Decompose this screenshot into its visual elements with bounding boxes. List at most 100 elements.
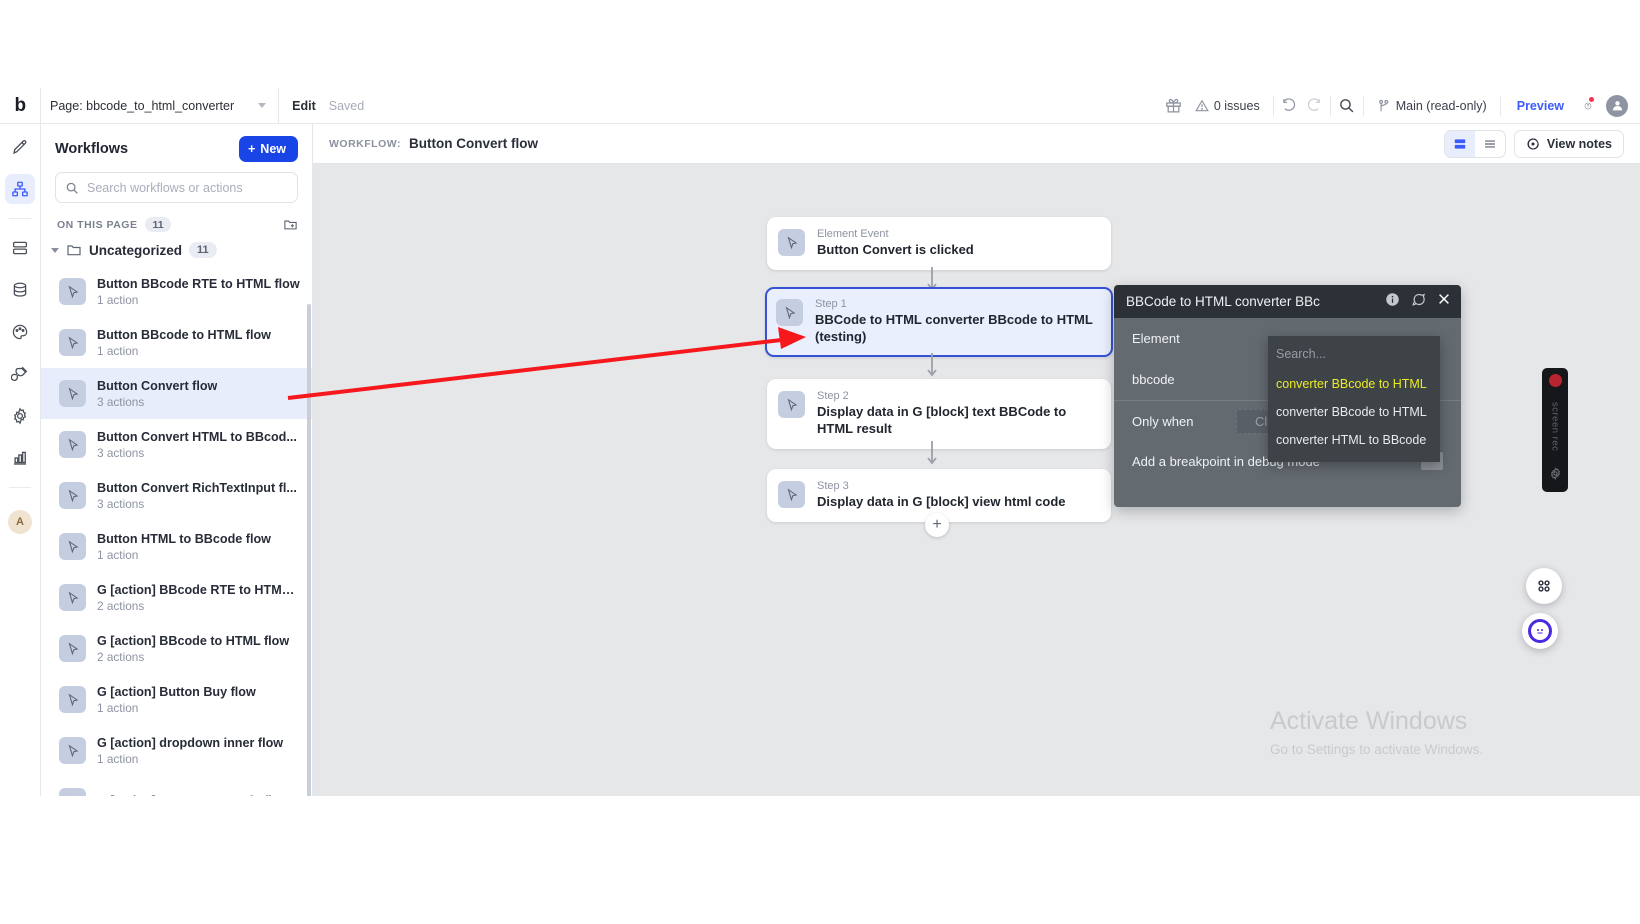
workflow-item-actions: 2 actions — [97, 598, 145, 613]
cursor-icon — [59, 380, 86, 407]
brand-letter: b — [14, 94, 26, 116]
workflow-list-item[interactable]: G [action] BBcode RTE to HTML ... 2 actio… — [41, 572, 312, 623]
workflow-item-actions: 1 action — [97, 343, 139, 358]
left-icon-rail: A — [0, 124, 41, 796]
bbcode-label: bbcode — [1132, 372, 1175, 387]
node-kicker: Step 2 — [817, 390, 849, 402]
workflow-list: Button BBcode RTE to HTML flow 1 action Bu… — [41, 266, 312, 796]
search-icon — [66, 182, 78, 194]
sidebar-title: Workflows — [55, 141, 129, 157]
rail-divider — [9, 218, 31, 219]
info-icon[interactable] — [1385, 292, 1400, 312]
workflow-list-item[interactable]: Button Convert flow 3 actions — [41, 368, 312, 419]
workflow-item-name: Button HTML to BBcode flow — [97, 531, 271, 546]
section-count-badge: 11 — [145, 217, 171, 232]
redo-icon[interactable] — [1302, 88, 1326, 124]
dropdown-option[interactable]: converter BBcode to HTML — [1268, 370, 1440, 398]
dropdown-option[interactable]: converter HTML to BBcode — [1268, 426, 1440, 454]
workflow-list-item[interactable]: G [action] Button Buy flow 1 action — [41, 674, 312, 725]
workflow-item-text: Button HTML to BBcode flow 1 action — [97, 532, 271, 562]
add-step-button[interactable]: + — [925, 513, 949, 537]
gift-icon[interactable] — [1162, 88, 1186, 124]
workflow-list-item[interactable]: Button HTML to BBcode flow 1 action — [41, 521, 312, 572]
logs-icon[interactable] — [5, 443, 35, 473]
node-kicker: Element Event — [817, 228, 889, 240]
search-placeholder: Search workflows or actions — [87, 180, 243, 195]
workflow-item-name: Button Convert HTML to BBcod... — [97, 429, 297, 444]
preview-button[interactable]: Preview — [1505, 99, 1576, 113]
gear-icon[interactable] — [1549, 467, 1562, 485]
new-workflow-button[interactable]: + New — [238, 136, 298, 162]
styles-icon[interactable] — [5, 317, 35, 347]
workflow-list-item[interactable]: Button BBcode to HTML flow 1 action — [41, 317, 312, 368]
view-notes-label: View notes — [1546, 136, 1612, 151]
workflow-list-item[interactable]: G [action] BBcode to HTML flow 2 actions — [41, 623, 312, 674]
on-this-page-section: ON THIS PAGE 11 — [41, 203, 312, 240]
data-icon[interactable] — [5, 275, 35, 305]
workflow-item-actions: 1 action — [97, 751, 139, 766]
workflow-list-item[interactable]: Button BBcode RTE to HTML flow 1 action — [41, 266, 312, 317]
workflow-item-text: G [action] BBcode RTE to HTML ... 2 actio… — [97, 583, 300, 613]
workflow-item-text: Button BBcode to HTML flow 1 action — [97, 328, 271, 358]
record-button-icon[interactable] — [1548, 374, 1562, 387]
page-selector[interactable]: Page: bbcode_to_html_converter — [41, 87, 280, 124]
folder-uncategorized[interactable]: Uncategorized 11 — [41, 240, 312, 266]
settings-icon[interactable] — [5, 401, 35, 431]
page-bottom-area — [0, 796, 1640, 924]
cursor-icon — [778, 229, 805, 256]
workflow-icon[interactable] — [5, 174, 35, 204]
cursor-icon — [59, 635, 86, 662]
workflow-item-name: G [action] BBcode RTE to HTML ... — [97, 582, 300, 597]
workflow-item-name: Button Convert flow — [97, 378, 218, 393]
saved-status: Saved — [328, 98, 365, 113]
workflow-list-item[interactable]: Button Convert HTML to BBcod... 3 actions — [41, 419, 312, 470]
design-icon[interactable] — [5, 132, 35, 162]
workflow-list-item[interactable]: Button Convert RichTextInput fl... 3 acti… — [41, 470, 312, 521]
user-avatar[interactable]: A — [8, 510, 32, 534]
issues-indicator[interactable]: 0 issues — [1186, 88, 1269, 124]
help-icon[interactable] — [1576, 88, 1600, 124]
view-notes-button[interactable]: View notes — [1513, 129, 1624, 158]
close-icon[interactable] — [1437, 292, 1451, 311]
node-kicker: Step 3 — [817, 480, 849, 492]
workflow-item-actions: 2 actions — [97, 649, 145, 664]
chevron-down-icon — [258, 103, 267, 108]
dropdown-search-input[interactable]: Search... — [1268, 342, 1440, 370]
account-avatar[interactable] — [1606, 94, 1628, 117]
search-workflows-input[interactable]: Search workflows or actions — [55, 172, 298, 203]
list-view-button[interactable] — [1475, 131, 1505, 157]
flow-event-node[interactable]: Element Event Button Convert is clicked — [767, 217, 1111, 271]
cursor-icon — [59, 482, 86, 509]
sidebar-header: Workflows + New — [41, 124, 312, 170]
workflow-item-text: G [action] dropdown inner flow 1 action — [97, 736, 283, 766]
screenrec-toolbar[interactable]: screen rec — [1542, 368, 1568, 492]
action-icon — [778, 481, 805, 508]
workflow-item-actions: 3 actions — [97, 394, 145, 409]
workflow-list-item[interactable]: G [action] dropdown inner flow 1 action — [41, 725, 312, 776]
branch-selector[interactable]: Main (read-only) — [1368, 88, 1496, 124]
workflow-item-actions: 3 actions — [97, 496, 145, 511]
workflow-item-text: Button Convert RichTextInput fl... 3 acti… — [97, 481, 297, 511]
node-title: Display data in G [block] text BBCode to… — [817, 404, 1067, 437]
undo-icon[interactable] — [1278, 88, 1302, 124]
layers-icon[interactable] — [5, 233, 35, 263]
apps-grid-button[interactable] — [1526, 568, 1562, 604]
edit-tab[interactable]: Edit — [279, 99, 329, 113]
flow-step-node-1[interactable]: Step 1 BBCode to HTML converter BBcode t… — [765, 287, 1113, 358]
comment-icon[interactable] — [1411, 292, 1426, 312]
card-view-button[interactable] — [1444, 130, 1475, 157]
top-toolbar-right: 0 issues Main (read-only) Preview — [1162, 88, 1640, 124]
page-selector-label: Page: bbcode_to_html_converter — [50, 98, 235, 113]
assistant-button[interactable] — [1522, 613, 1558, 649]
workflow-list-item[interactable]: G [action] HTML to BBcode flow — [41, 776, 312, 796]
search-icon[interactable] — [1335, 88, 1359, 124]
flow-connector-arrow — [924, 352, 940, 380]
new-folder-icon[interactable] — [283, 217, 298, 232]
element-label: Element — [1132, 331, 1180, 346]
plugins-icon[interactable] — [5, 359, 35, 389]
dropdown-option[interactable]: converter BBcode to HTML — [1268, 398, 1440, 426]
flow-step-node-2[interactable]: Step 2 Display data in G [block] text BB… — [767, 379, 1111, 450]
bubble-logo[interactable]: b — [0, 87, 41, 124]
sidebar-scrollbar[interactable] — [307, 304, 311, 796]
folder-label: Uncategorized — [89, 242, 183, 258]
